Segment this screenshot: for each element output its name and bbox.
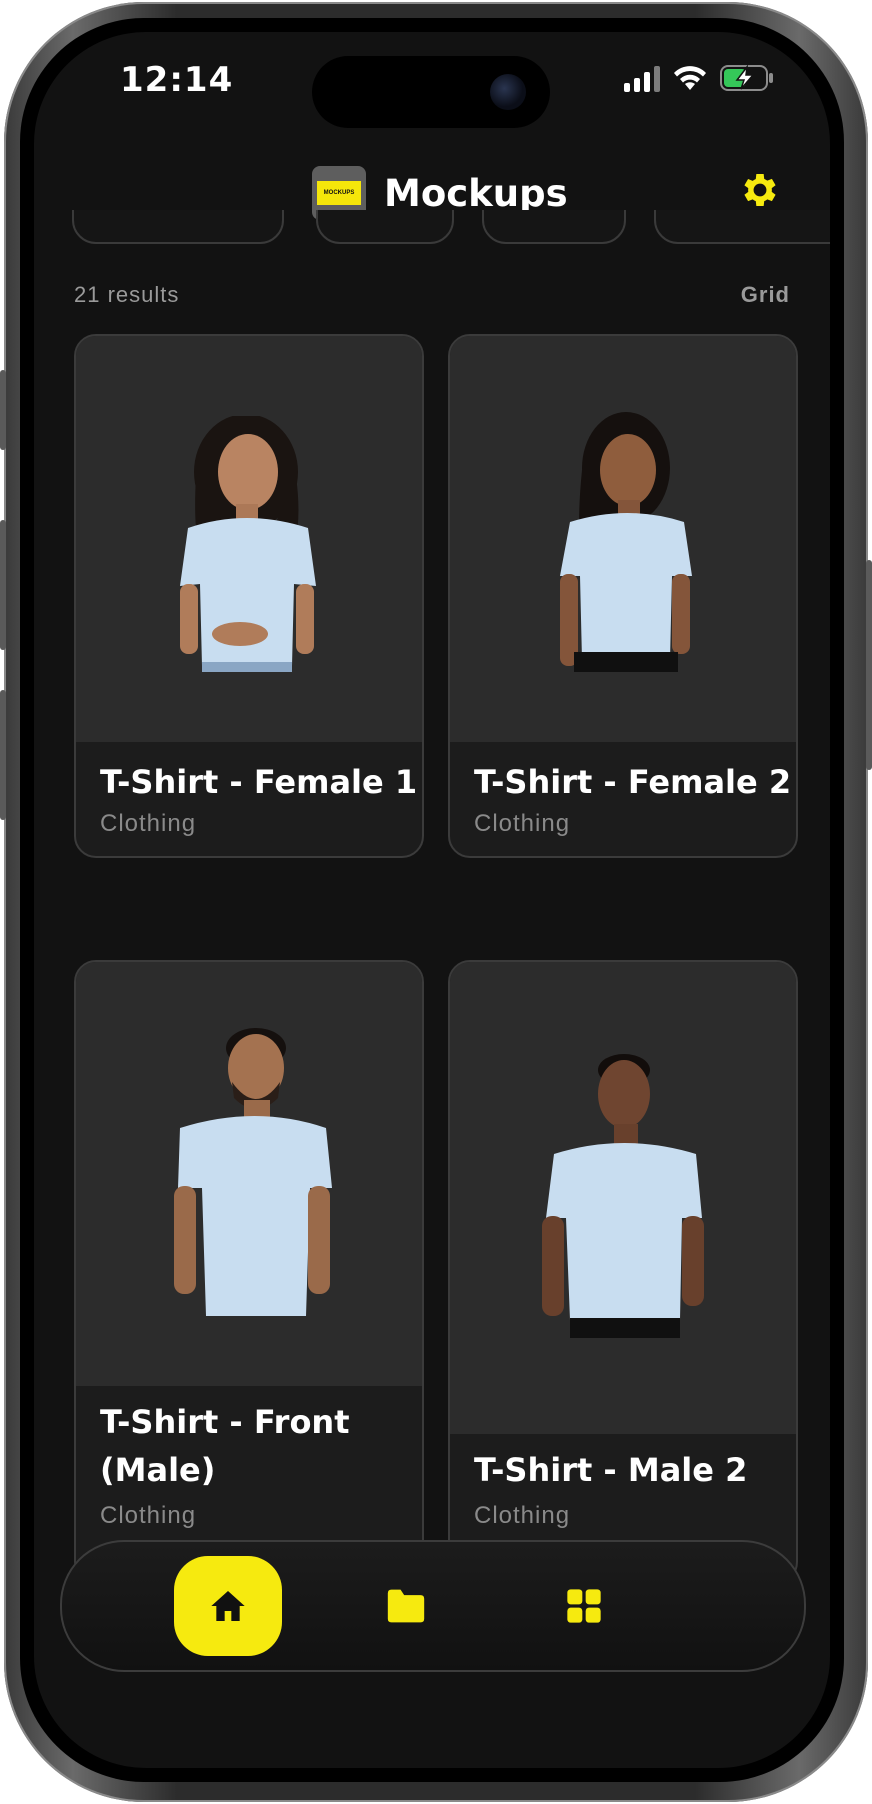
- volume-down-button: [0, 690, 6, 820]
- home-icon: [211, 1591, 245, 1621]
- camera-icon: [490, 74, 526, 110]
- nav-folders[interactable]: [352, 1556, 460, 1656]
- mockup-title: T-Shirt - Female 2: [474, 763, 792, 801]
- dynamic-island: [312, 56, 550, 128]
- mockup-category: Clothing: [100, 810, 197, 837]
- mockup-title: T-Shirt - Male 2: [474, 1451, 748, 1489]
- signal-icon: [624, 66, 660, 92]
- mockup-category: Clothing: [474, 810, 571, 837]
- view-toggle[interactable]: Grid: [741, 282, 790, 308]
- volume-up-button: [0, 520, 6, 650]
- gear-icon[interactable]: [738, 168, 782, 212]
- grid-icon: [567, 1589, 601, 1623]
- power-button: [866, 560, 872, 770]
- mute-switch: [0, 370, 6, 450]
- page-title: Mockups: [384, 172, 568, 215]
- female-model-image: [180, 416, 316, 672]
- results-count: 21 results: [74, 282, 180, 307]
- battery-charging-icon: [720, 64, 773, 91]
- wifi-icon: [674, 66, 706, 90]
- mockup-title: T-Shirt - Female 1: [100, 763, 418, 801]
- category-chip[interactable]: [654, 210, 830, 244]
- status-time: 12:14: [120, 60, 234, 100]
- mockup-category: Clothing: [100, 1502, 197, 1529]
- nav-home[interactable]: [174, 1556, 282, 1656]
- bottom-nav: [60, 1540, 806, 1672]
- mockup-card[interactable]: T-Shirt - Female 1 Clothing: [74, 334, 424, 858]
- mockup-thumbnail: [76, 336, 422, 742]
- category-chip[interactable]: [316, 210, 454, 244]
- male-model-image: [542, 1054, 704, 1338]
- nav-grid[interactable]: [530, 1556, 638, 1656]
- app-screen: 12:14 MOCKUPS Mockups 21 results Grid T-…: [34, 32, 830, 1768]
- mockup-category: Clothing: [474, 1502, 571, 1529]
- status-icons: [624, 64, 776, 92]
- category-chip[interactable]: [482, 210, 626, 244]
- mockup-card[interactable]: T-Shirt - Front (Male) Clothing: [74, 960, 424, 1584]
- female-model-image: [560, 412, 692, 672]
- mockup-thumbnail: [450, 336, 796, 742]
- mockup-thumbnail: [450, 962, 796, 1434]
- folder-icon: [387, 1589, 425, 1623]
- mockup-thumbnail: [76, 962, 422, 1386]
- male-model-image: [174, 1028, 332, 1316]
- category-chips: [34, 210, 830, 248]
- category-chip[interactable]: [72, 210, 284, 244]
- mockup-title: T-Shirt - Front (Male): [100, 1403, 350, 1489]
- mockup-card[interactable]: T-Shirt - Female 2 Clothing: [448, 334, 798, 858]
- mockup-card[interactable]: T-Shirt - Male 2 Clothing: [448, 960, 798, 1584]
